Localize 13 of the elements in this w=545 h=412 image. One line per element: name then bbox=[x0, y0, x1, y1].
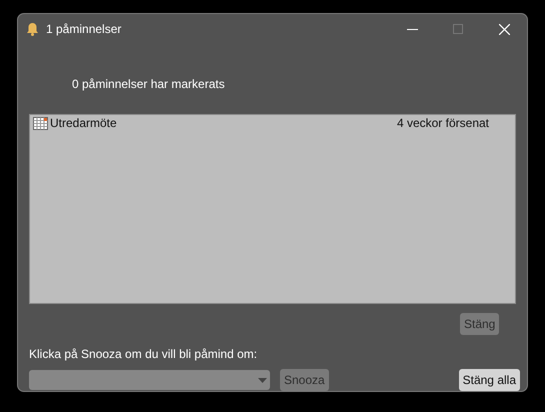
minimize-icon bbox=[406, 28, 418, 30]
reminder-due-time: 4 veckor försenat bbox=[396, 115, 489, 132]
reminder-row[interactable]: Utredarmöte 4 veckor försenat bbox=[30, 114, 515, 132]
dismiss-all-button[interactable]: Stäng alla bbox=[458, 369, 520, 391]
maximize-icon bbox=[453, 24, 463, 34]
reminder-subject: Utredarmöte bbox=[50, 115, 117, 132]
bell-icon bbox=[26, 22, 39, 36]
caret-icon bbox=[258, 378, 267, 382]
calendar-icon bbox=[33, 116, 48, 130]
close-icon bbox=[498, 24, 510, 34]
window-title: 1 påminnelser bbox=[46, 21, 122, 38]
selection-summary: 0 påminnelser har markerats bbox=[72, 77, 225, 91]
snooze-prompt: Klicka på Snooza om du vill bli påmind om: bbox=[29, 347, 258, 361]
